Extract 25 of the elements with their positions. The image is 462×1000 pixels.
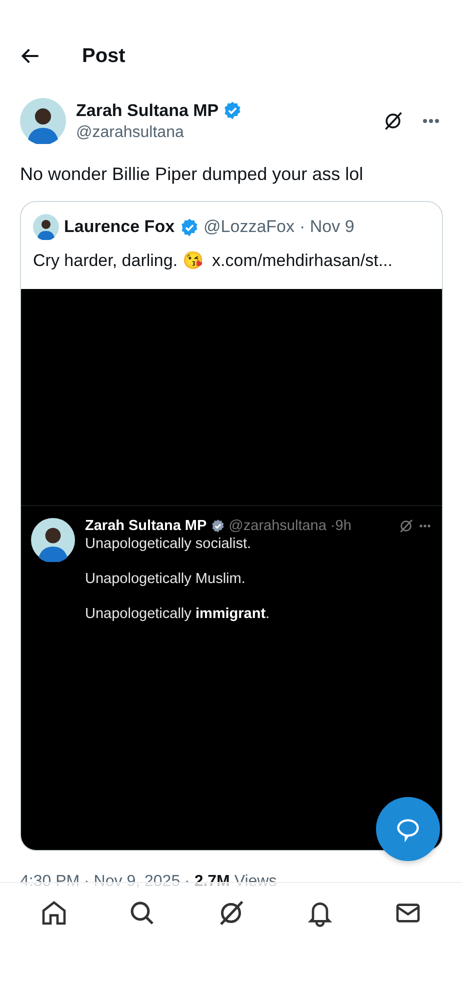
- more-icon[interactable]: [422, 118, 440, 124]
- quoted-post-time: · Nov 9: [300, 217, 354, 237]
- quoted-media[interactable]: Zarah Sultana MP @zarahsultana ·9h Unapologetically socialist. Unapologetically Muslim. Unapologetically immigrant.: [21, 289, 442, 850]
- media-author-name: Zarah Sultana MP: [85, 518, 207, 534]
- media-post-time: ·9h: [330, 518, 352, 534]
- avatar-icon[interactable]: [33, 214, 59, 240]
- quoted-post-text: Cry harder, darling. 😘: [33, 251, 204, 270]
- quoted-post-link[interactable]: x.com/mehdirhasan/st...: [212, 251, 392, 270]
- quoted-post-card[interactable]: Laurence Fox @LozzaFox · Nov 9 Cry harder, darling. 😘 x.com/mehdirhasan/st... Zarah Sultana MP @zarahsultana ·9h Unapologetically socialist. Unapologetically Muslim. Unapologetically immigrant.: [20, 201, 443, 851]
- post-text: No wonder Billie Piper dumped your ass lol: [20, 164, 364, 185]
- media-post-line: Unapologetically socialist.: [85, 536, 252, 552]
- more-icon: [418, 524, 432, 528]
- search-icon[interactable]: [128, 899, 156, 927]
- page-title: Post: [82, 44, 126, 68]
- media-author-handle: @zarahsultana: [228, 518, 326, 534]
- quoted-author-name: Laurence Fox: [64, 217, 175, 237]
- author-name[interactable]: Zarah Sultana MP: [76, 100, 219, 120]
- author-handle[interactable]: @zarahsultana: [76, 124, 372, 142]
- slashed-circle-icon[interactable]: [382, 110, 404, 132]
- media-post-line: Unapologetically Muslim.: [85, 571, 246, 587]
- avatar-icon[interactable]: [31, 518, 75, 562]
- home-icon[interactable]: [40, 899, 68, 927]
- quoted-author-handle: @LozzaFox: [204, 217, 295, 237]
- avatar-icon[interactable]: [20, 98, 66, 144]
- media-post-line: Unapologetically immigrant.: [85, 606, 271, 622]
